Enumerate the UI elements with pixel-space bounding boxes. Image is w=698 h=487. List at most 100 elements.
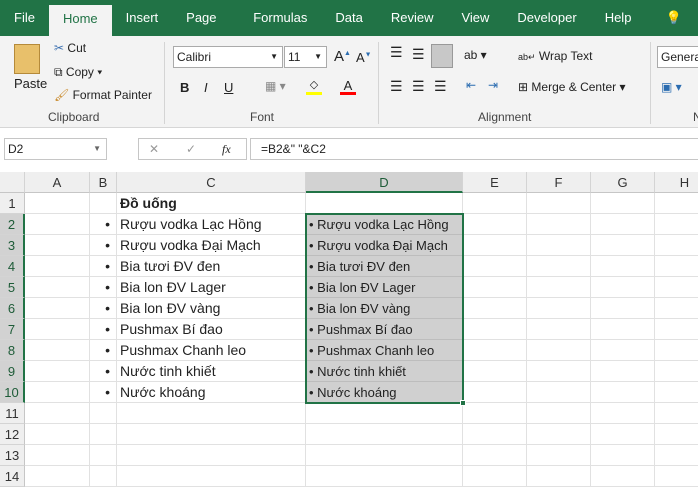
cell-b11[interactable] [90, 403, 117, 424]
cell-d1[interactable] [306, 193, 463, 214]
insert-function-icon[interactable]: fx [222, 139, 231, 159]
column-header-f[interactable]: F [527, 172, 591, 193]
cell-e5[interactable] [463, 277, 527, 298]
cell-c1[interactable]: Đồ uống [117, 193, 306, 214]
paste-icon[interactable] [14, 44, 40, 74]
cell-a13[interactable] [25, 445, 90, 466]
number-format-select[interactable]: General [657, 46, 698, 68]
cell-h11[interactable] [655, 403, 698, 424]
cell-f8[interactable] [527, 340, 591, 361]
font-name-select[interactable]: Calibri ▼ [173, 46, 283, 68]
name-box[interactable]: D2 ▼ [4, 138, 107, 160]
cell-b5[interactable]: • [90, 277, 117, 298]
cell-f9[interactable] [527, 361, 591, 382]
orientation-icon[interactable]: ab ▾ [464, 48, 487, 62]
cell-h2[interactable] [655, 214, 698, 235]
column-header-e[interactable]: E [463, 172, 527, 193]
cell-b7[interactable]: • [90, 319, 117, 340]
cell-b13[interactable] [90, 445, 117, 466]
cell-g1[interactable] [591, 193, 655, 214]
row-header-1[interactable]: 1 [0, 193, 25, 214]
row-header-7[interactable]: 7 [0, 319, 25, 340]
cell-e2[interactable] [463, 214, 527, 235]
row-header-6[interactable]: 6 [0, 298, 25, 319]
cell-c2[interactable]: Rượu vodka Lạc Hồng [117, 214, 306, 235]
cell-a2[interactable] [25, 214, 90, 235]
decrease-indent-icon[interactable]: ⇤ [466, 78, 476, 92]
accounting-icon[interactable]: ▣ ▾ [661, 80, 682, 94]
tab-formulas[interactable]: Formulas [239, 0, 321, 36]
cell-g9[interactable] [591, 361, 655, 382]
row-header-13[interactable]: 13 [0, 445, 25, 466]
cell-h9[interactable] [655, 361, 698, 382]
align-top-icon[interactable]: ☰ [390, 44, 403, 61]
tab-review[interactable]: Review [377, 0, 448, 36]
tab-page-layout[interactable]: Page Layout [172, 0, 239, 61]
cell-b14[interactable] [90, 466, 117, 487]
row-header-10[interactable]: 10 [0, 382, 25, 403]
cell-f11[interactable] [527, 403, 591, 424]
enter-icon[interactable]: ✓ [186, 139, 196, 159]
cell-b1[interactable] [90, 193, 117, 214]
cell-a1[interactable] [25, 193, 90, 214]
column-header-a[interactable]: A [25, 172, 90, 193]
cell-g14[interactable] [591, 466, 655, 487]
increase-font-icon[interactable]: A▲ [334, 48, 351, 65]
cell-e12[interactable] [463, 424, 527, 445]
cell-h5[interactable] [655, 277, 698, 298]
select-all-corner[interactable] [0, 172, 25, 193]
row-header-2[interactable]: 2 [0, 214, 25, 235]
column-header-d[interactable]: D [306, 172, 463, 193]
cell-e11[interactable] [463, 403, 527, 424]
borders-icon[interactable]: ▦ ▾ [265, 79, 286, 93]
cut-button[interactable]: ✂ Cut [54, 41, 86, 55]
cell-c4[interactable]: Bia tươi ĐV đen [117, 256, 306, 277]
decrease-font-icon[interactable]: A▼ [356, 50, 372, 65]
align-middle-icon[interactable]: ☰ [412, 46, 425, 63]
cell-f1[interactable] [527, 193, 591, 214]
cancel-icon[interactable]: ✕ [149, 139, 159, 159]
row-header-14[interactable]: 14 [0, 466, 25, 487]
cell-e9[interactable] [463, 361, 527, 382]
cell-a9[interactable] [25, 361, 90, 382]
cell-b2[interactable]: • [90, 214, 117, 235]
row-header-9[interactable]: 9 [0, 361, 25, 382]
increase-indent-icon[interactable]: ⇥ [488, 78, 498, 92]
cell-e3[interactable] [463, 235, 527, 256]
cell-f10[interactable] [527, 382, 591, 403]
tab-help[interactable]: Help [591, 0, 646, 36]
cell-c5[interactable]: Bia lon ĐV Lager [117, 277, 306, 298]
fill-handle[interactable] [460, 400, 466, 406]
cell-c8[interactable]: Pushmax Chanh leo [117, 340, 306, 361]
cell-d11[interactable] [306, 403, 463, 424]
cell-b9[interactable]: • [90, 361, 117, 382]
row-header-8[interactable]: 8 [0, 340, 25, 361]
cell-e8[interactable] [463, 340, 527, 361]
align-bottom-icon[interactable] [431, 44, 453, 68]
fill-color-button[interactable]: ◇ [306, 78, 322, 95]
column-header-h[interactable]: H [655, 172, 698, 193]
align-right-icon[interactable]: ☰ [434, 78, 447, 95]
font-color-button[interactable]: A [340, 78, 356, 95]
cell-f2[interactable] [527, 214, 591, 235]
cell-h1[interactable] [655, 193, 698, 214]
wrap-text-button[interactable]: ab↵ Wrap Text [518, 49, 592, 63]
cell-h12[interactable] [655, 424, 698, 445]
font-size-select[interactable]: 11 ▼ [284, 46, 327, 68]
cell-b10[interactable]: • [90, 382, 117, 403]
merge-center-button[interactable]: ⊞ Merge & Center ▾ [518, 80, 625, 94]
cell-b4[interactable]: • [90, 256, 117, 277]
cell-a5[interactable] [25, 277, 90, 298]
cell-h3[interactable] [655, 235, 698, 256]
cell-g3[interactable] [591, 235, 655, 256]
cell-f5[interactable] [527, 277, 591, 298]
cell-a6[interactable] [25, 298, 90, 319]
tab-developer[interactable]: Developer [503, 0, 590, 36]
cell-c10[interactable]: Nước khoáng [117, 382, 306, 403]
cell-h8[interactable] [655, 340, 698, 361]
cell-h14[interactable] [655, 466, 698, 487]
cell-h7[interactable] [655, 319, 698, 340]
cell-f3[interactable] [527, 235, 591, 256]
tab-tell[interactable]: 💡 Tell [645, 0, 698, 61]
cell-d12[interactable] [306, 424, 463, 445]
